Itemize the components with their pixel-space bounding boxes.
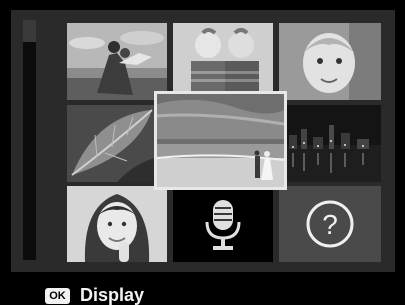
thumbnail-leaf-closeup[interactable] [67, 105, 167, 182]
camera-playback-screen: ? OK Display [0, 0, 405, 305]
svg-text:?: ? [322, 209, 338, 240]
thumbnail-beach-couple[interactable] [154, 91, 287, 190]
thumbnail-baby-girl[interactable] [279, 23, 381, 100]
scrollbar[interactable] [23, 20, 36, 260]
microphone-icon [173, 186, 273, 262]
thumbnail-smiling-woman[interactable] [67, 186, 167, 262]
thumbnail-city-night[interactable] [279, 105, 381, 182]
question-mark-icon: ? [279, 186, 381, 262]
ok-button-icon: OK [45, 288, 70, 304]
thumbnail-couple-field[interactable] [67, 23, 167, 100]
thumbnail-two-boys[interactable] [173, 23, 273, 100]
display-action-label: Display [80, 285, 145, 305]
thumbnail-unknown-file[interactable]: ? [279, 186, 381, 262]
scrollbar-thumb[interactable] [23, 20, 36, 42]
thumbnail-voice-memo[interactable] [173, 186, 273, 262]
